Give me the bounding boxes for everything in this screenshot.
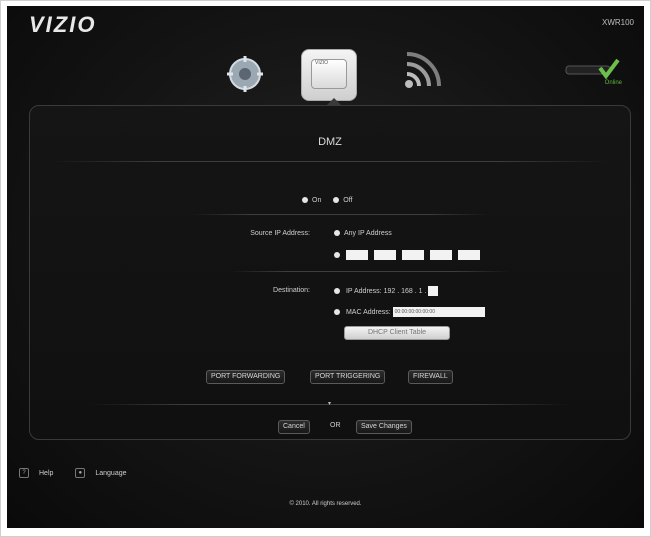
connection-status: Online	[562, 54, 622, 94]
top-nav: VIZIO	[7, 46, 644, 101]
cancel-button[interactable]: Cancel	[278, 420, 310, 434]
language-link[interactable]: ● Language	[75, 468, 136, 478]
router-admin-app: VIZIO XWR100 VIZIO Online DMZ On Off Sou…	[7, 6, 644, 528]
divider	[50, 161, 610, 162]
destination-mac-option: MAC Address: 00:00:00:00:00:00	[334, 307, 485, 317]
destination-ip-option: IP Address: 192 . 168 . 1 .	[334, 286, 442, 296]
source-ip-field-4[interactable]	[429, 250, 452, 260]
source-ip-label: Source IP Address:	[250, 230, 310, 237]
status-text: Online	[604, 80, 622, 86]
source-range-option	[334, 250, 484, 260]
radio-on[interactable]	[302, 197, 308, 204]
settings-icon[interactable]	[225, 54, 265, 94]
router-status-icon	[565, 58, 620, 80]
destination-label: Destination:	[273, 287, 310, 294]
dest-mac-field[interactable]: 00:00:00:00:00:00	[392, 307, 485, 317]
source-any-option[interactable]: Any IP Address	[334, 230, 392, 237]
active-pointer-icon	[327, 98, 341, 105]
router-icon[interactable]: VIZIO	[301, 49, 357, 101]
source-ip-field-3[interactable]	[401, 250, 424, 260]
language-label: Language	[95, 469, 127, 477]
radio-off-label: Off	[343, 197, 353, 204]
tab-port-triggering[interactable]: PORT TRIGGERING	[310, 370, 386, 384]
footer-links: ? Help ● Language	[19, 468, 147, 478]
tab-port-forwarding[interactable]: PORT FORWARDING	[206, 370, 286, 384]
dest-mac-label: MAC Address:	[345, 308, 391, 316]
radio-any-ip[interactable]	[334, 230, 340, 237]
dest-ip-label: IP Address:	[345, 287, 382, 295]
save-changes-button[interactable]: Save Changes	[356, 420, 412, 434]
divider	[190, 214, 490, 215]
dmz-panel: DMZ On Off Source IP Address: Any IP Add…	[29, 105, 631, 440]
window-frame: VIZIO XWR100 VIZIO Online DMZ On Off Sou…	[0, 0, 651, 537]
any-ip-label: Any IP Address	[344, 230, 392, 237]
model-label: XWR100	[601, 18, 634, 27]
router-label: VIZIO	[315, 60, 329, 66]
dhcp-client-table-button[interactable]: DHCP Client Table	[344, 326, 450, 340]
radio-dest-ip[interactable]	[334, 288, 340, 294]
help-label: Help	[39, 469, 54, 477]
dmz-toggle: On Off	[302, 197, 352, 204]
divider	[230, 271, 510, 272]
dest-ip-last-field[interactable]	[428, 286, 439, 296]
radio-on-label: On	[312, 197, 322, 204]
tab-firewall[interactable]: FIREWALL	[408, 370, 453, 384]
help-icon: ?	[19, 468, 29, 478]
dest-ip-prefix: 192 . 168 . 1 .	[383, 287, 427, 295]
radio-ip-range[interactable]	[334, 252, 340, 258]
radio-dest-mac[interactable]	[334, 309, 340, 315]
source-ip-field-5[interactable]	[457, 250, 480, 260]
wifi-icon[interactable]	[401, 52, 441, 92]
chevron-down-icon: ▾	[328, 401, 332, 407]
or-text: OR	[330, 422, 341, 429]
copyright-text: © 2010. All rights reserved.	[289, 501, 362, 507]
radio-off[interactable]	[333, 197, 340, 204]
source-ip-field-1[interactable]	[345, 250, 368, 260]
help-link[interactable]: ? Help	[19, 468, 63, 478]
language-icon: ●	[75, 468, 86, 478]
page-title: DMZ	[318, 136, 342, 148]
source-ip-field-2[interactable]	[373, 250, 396, 260]
brand-logo: VIZIO	[29, 12, 97, 37]
